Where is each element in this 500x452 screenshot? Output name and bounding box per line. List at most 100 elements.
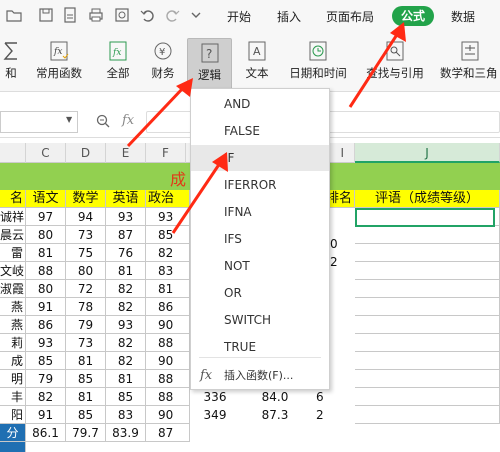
score-cell[interactable]: 82 (106, 334, 146, 352)
score-cell[interactable]: 82 (146, 244, 190, 262)
student-name-cell[interactable]: 诚祥 (0, 208, 26, 226)
score-cell[interactable]: 93 (26, 334, 66, 352)
score-cell[interactable]: 80 (26, 280, 66, 298)
common-functions-button[interactable]: fx 常用函数 (32, 40, 86, 90)
score-cell[interactable]: 94 (66, 208, 106, 226)
avg-english-cell[interactable]: 83.9 (106, 424, 146, 442)
menu-item-not[interactable]: NOT (191, 253, 329, 279)
score-cell[interactable]: 91 (26, 298, 66, 316)
score-cell[interactable]: 82 (106, 298, 146, 316)
score-cell[interactable]: 85 (66, 370, 106, 388)
avg-math-cell[interactable]: 79.7 (66, 424, 106, 442)
score-cell[interactable]: 76 (106, 244, 146, 262)
customize-toolbar-icon[interactable] (190, 9, 206, 25)
redo-icon[interactable] (164, 7, 180, 23)
header-comment-cell[interactable]: 评语（成绩等级） (355, 190, 500, 208)
lookup-reference-button[interactable]: 查找与引用 (362, 40, 428, 90)
student-name-cell[interactable]: 淑霞 (0, 280, 26, 298)
tab-home[interactable]: 开始 (227, 8, 251, 25)
avg-label-cell[interactable]: 分 (0, 424, 26, 442)
comment-cell[interactable] (355, 406, 500, 424)
score-cell[interactable]: 80 (66, 262, 106, 280)
score-cell[interactable]: 97 (26, 208, 66, 226)
financial-button[interactable]: ¥ 财务 (144, 40, 182, 90)
menu-item-or[interactable]: OR (191, 280, 329, 306)
rank-cell[interactable]: 6 (316, 388, 346, 406)
avg-chinese-cell[interactable]: 86.1 (26, 424, 66, 442)
date-time-button[interactable]: 日期和时间 (282, 40, 354, 90)
score-cell[interactable]: 85 (146, 226, 190, 244)
student-name-cell[interactable]: 燕 (0, 298, 26, 316)
menu-item-switch[interactable]: SWITCH (191, 307, 329, 333)
score-cell[interactable]: 81 (66, 388, 106, 406)
score-cell[interactable]: 78 (66, 298, 106, 316)
header-math-cell[interactable]: 数学 (66, 190, 106, 208)
student-name-cell[interactable]: 丰 (0, 388, 26, 406)
zoom-icon[interactable] (96, 114, 110, 132)
score-cell[interactable]: 91 (26, 406, 66, 424)
save-icon[interactable] (38, 7, 54, 23)
student-name-cell[interactable]: 莉 (0, 334, 26, 352)
student-name-cell[interactable]: 文岐 (0, 262, 26, 280)
column-header-d[interactable]: D (66, 143, 106, 163)
score-cell[interactable]: 72 (66, 280, 106, 298)
score-cell[interactable]: 82 (106, 280, 146, 298)
score-cell[interactable]: 85 (26, 352, 66, 370)
fx-icon[interactable]: fx (122, 113, 134, 128)
rank-cell[interactable]: 2 (330, 253, 355, 271)
tab-formulas[interactable]: 公式 (392, 6, 434, 26)
tab-data[interactable]: 数据 (451, 8, 475, 25)
score-cell[interactable]: 85 (66, 406, 106, 424)
menu-item-false[interactable]: FALSE (191, 118, 329, 144)
tab-page-layout[interactable]: 页面布局 (326, 8, 374, 25)
comment-cell[interactable] (355, 352, 500, 370)
header-chinese-cell[interactable]: 语文 (26, 190, 66, 208)
menu-item-ifs[interactable]: IFS (191, 226, 329, 252)
insert-function-item[interactable]: fx 插入函数(F)... (191, 363, 329, 389)
print-preview-icon[interactable] (114, 7, 130, 23)
student-name-cell[interactable]: 燕 (0, 316, 26, 334)
score-cell[interactable]: 82 (106, 352, 146, 370)
score-cell[interactable]: 81 (106, 262, 146, 280)
header-name-cell[interactable]: 名 (0, 190, 26, 208)
rank-cell[interactable]: 2 (316, 406, 346, 424)
student-name-cell[interactable]: 晨云 (0, 226, 26, 244)
comment-cell[interactable] (355, 334, 500, 352)
average-cell[interactable]: 84.0 (250, 388, 300, 406)
all-functions-button[interactable]: fx 全部 (102, 40, 134, 90)
score-cell[interactable]: 88 (146, 334, 190, 352)
comment-cell[interactable] (355, 370, 500, 388)
export-pdf-icon[interactable] (62, 7, 78, 23)
header-english-cell[interactable]: 英语 (106, 190, 146, 208)
score-cell[interactable]: 88 (146, 388, 190, 406)
menu-item-iferror[interactable]: IFERROR (191, 172, 329, 198)
score-cell[interactable]: 75 (66, 244, 106, 262)
comment-cell[interactable] (355, 262, 500, 280)
column-header-e[interactable]: E (106, 143, 146, 163)
score-cell[interactable]: 81 (66, 352, 106, 370)
print-icon[interactable] (88, 7, 104, 23)
score-cell[interactable]: 81 (106, 370, 146, 388)
undo-icon[interactable] (140, 7, 156, 23)
score-cell[interactable]: 93 (146, 208, 190, 226)
menu-item-ifna[interactable]: IFNA (191, 199, 329, 225)
score-cell[interactable]: 86 (146, 298, 190, 316)
column-header-j[interactable]: J (355, 143, 500, 163)
math-trig-button[interactable]: 数学和三角 (440, 40, 500, 90)
header-politics-cell[interactable]: 政治 (146, 190, 190, 208)
selected-cell-j3[interactable] (355, 208, 495, 227)
student-name-cell[interactable]: 阳 (0, 406, 26, 424)
tab-insert[interactable]: 插入 (277, 8, 301, 25)
score-cell[interactable]: 81 (26, 244, 66, 262)
average-cell[interactable]: 87.3 (250, 406, 300, 424)
score-cell[interactable]: 83 (146, 262, 190, 280)
score-cell[interactable]: 73 (66, 226, 106, 244)
column-header-b[interactable] (0, 143, 26, 163)
score-cell[interactable]: 82 (26, 388, 66, 406)
rank-cell[interactable]: 0 (330, 235, 355, 253)
student-name-cell[interactable]: 雷 (0, 244, 26, 262)
score-cell[interactable]: 90 (146, 406, 190, 424)
logical-button[interactable]: ? 逻辑 (187, 38, 232, 90)
score-cell[interactable]: 73 (66, 334, 106, 352)
score-cell[interactable]: 93 (106, 316, 146, 334)
